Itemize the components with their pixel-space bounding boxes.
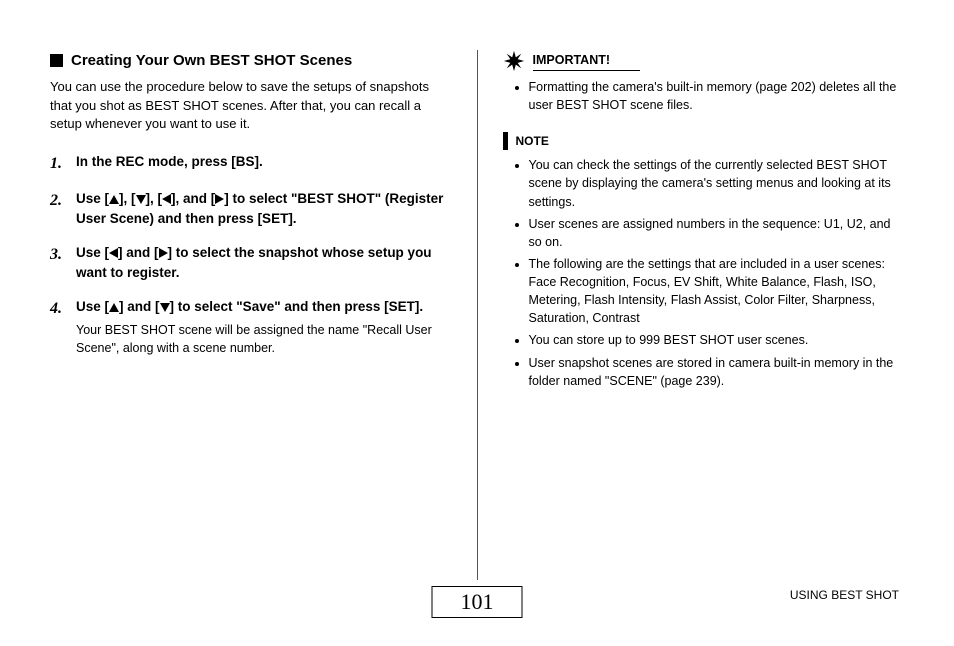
list-item: You can check the settings of the curren… — [529, 156, 905, 210]
starburst-icon — [503, 50, 525, 72]
step-body: Use [] and [] to select "Save" and then … — [76, 297, 452, 357]
steps-list: 1. In the REC mode, press [BS]. 2. Use [… — [50, 152, 452, 357]
page-number: 101 — [432, 586, 523, 618]
important-list: Formatting the camera's built-in memory … — [503, 78, 905, 114]
note-bar-icon — [503, 132, 508, 150]
list-item: You can store up to 999 BEST SHOT user s… — [529, 331, 905, 349]
note-label: NOTE — [516, 133, 549, 150]
step-instruction: Use [] and [] to select the snapshot who… — [76, 245, 432, 280]
step-instruction: Use [] and [] to select "Save" and then … — [76, 299, 423, 314]
note-heading: NOTE — [503, 132, 905, 150]
important-heading: IMPORTANT! — [503, 50, 905, 72]
step-item: 3. Use [] and [] to select the snapshot … — [50, 243, 452, 283]
step-body: Use [] and [] to select the snapshot who… — [76, 243, 452, 283]
square-bullet-icon — [50, 54, 63, 67]
list-item: The following are the settings that are … — [529, 255, 905, 328]
list-item: Formatting the camera's built-in memory … — [529, 78, 905, 114]
intro-text: You can use the procedure below to save … — [50, 78, 452, 135]
step-number: 2. — [50, 189, 68, 229]
heading-text: Creating Your Own BEST SHOT Scenes — [71, 50, 352, 72]
step-body: Use [], [], [], and [] to select "BEST S… — [76, 189, 452, 229]
page-content: Creating Your Own BEST SHOT Scenes You c… — [0, 0, 954, 580]
step-instruction: In the REC mode, press [BS]. — [76, 154, 263, 169]
step-number: 1. — [50, 152, 68, 175]
triangle-up-icon — [109, 303, 119, 312]
triangle-right-icon — [159, 248, 168, 258]
section-heading: Creating Your Own BEST SHOT Scenes — [50, 50, 452, 72]
triangle-up-icon — [109, 195, 119, 204]
page-footer: 101 USING BEST SHOT — [0, 586, 954, 626]
triangle-left-icon — [109, 248, 118, 258]
step-number: 4. — [50, 297, 68, 357]
step-subtext: Your BEST SHOT scene will be assigned th… — [76, 321, 452, 357]
step-item: 1. In the REC mode, press [BS]. — [50, 152, 452, 175]
step-item: 2. Use [], [], [], and [] to select "BES… — [50, 189, 452, 229]
triangle-down-icon — [160, 303, 170, 312]
triangle-down-icon — [136, 195, 146, 204]
triangle-left-icon — [162, 194, 171, 204]
important-label: IMPORTANT! — [533, 51, 641, 71]
step-item: 4. Use [] and [] to select "Save" and th… — [50, 297, 452, 357]
footer-section-name: USING BEST SHOT — [790, 588, 899, 602]
step-instruction: Use [], [], [], and [] to select "BEST S… — [76, 191, 443, 226]
list-item-text: The following are the settings that are … — [529, 257, 885, 271]
note-list: You can check the settings of the curren… — [503, 156, 905, 390]
list-item: User snapshot scenes are stored in camer… — [529, 354, 905, 390]
list-item: User scenes are assigned numbers in the … — [529, 215, 905, 251]
list-item-subtext: Face Recognition, Focus, EV Shift, White… — [529, 273, 905, 327]
step-number: 3. — [50, 243, 68, 283]
right-column: IMPORTANT! Formatting the camera's built… — [478, 50, 905, 580]
left-column: Creating Your Own BEST SHOT Scenes You c… — [50, 50, 478, 580]
step-body: In the REC mode, press [BS]. — [76, 152, 452, 175]
triangle-right-icon — [215, 194, 224, 204]
